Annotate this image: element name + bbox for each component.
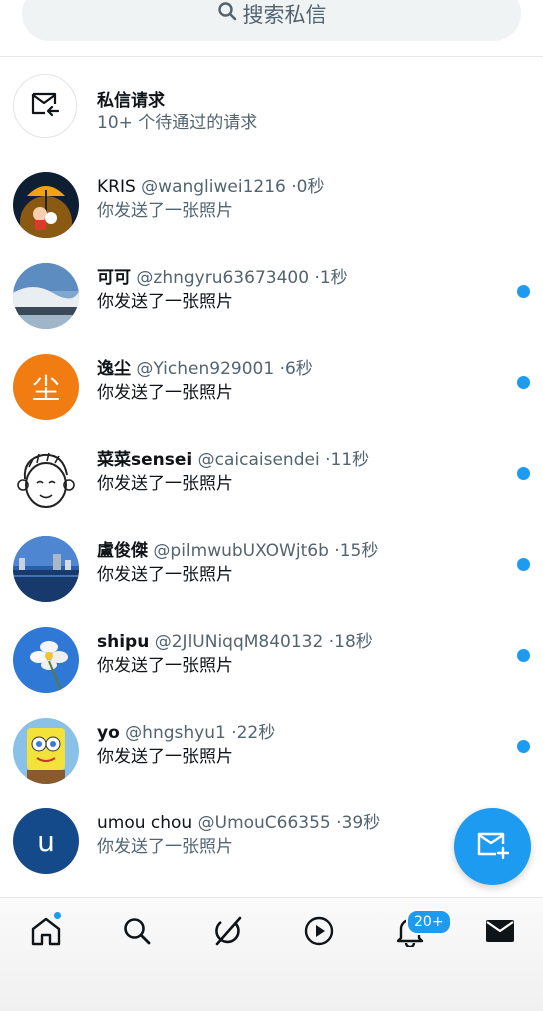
message-requests-row[interactable]: 私信请求 10+ 个待通过的请求 (0, 70, 543, 146)
search-icon (122, 916, 152, 950)
avatar (13, 263, 79, 329)
timestamp: 0秒 (296, 177, 325, 197)
unread-indicator (517, 558, 530, 571)
display-name: 菜菜sensei (97, 450, 193, 470)
message-preview: 你发送了一张照片 (97, 747, 233, 767)
notifications-badge: 20+ (406, 909, 452, 935)
nav-grok[interactable] (208, 916, 248, 950)
nav-search[interactable] (117, 916, 157, 950)
nav-video[interactable] (299, 916, 339, 950)
timestamp: 11秒 (330, 450, 370, 470)
conversation-header: umou chou @UmouC66355 ·39秒 (97, 808, 380, 833)
messages-screen: 搜索私信 私信请求 10+ 个待通过的请求 KRIS @wangliwei121… (0, 0, 543, 1011)
display-name: 盧俊傑 (97, 541, 148, 561)
timestamp: 6秒 (284, 359, 313, 379)
message-preview: 你发送了一张照片 (97, 292, 233, 312)
avatar: u (13, 808, 79, 874)
new-message-icon (476, 830, 510, 864)
requests-subtitle: 10+ 个待通过的请求 (97, 113, 258, 133)
nav-home[interactable] (26, 916, 66, 950)
timestamp: 18秒 (334, 632, 373, 652)
conversation-item-caicai[interactable]: 菜菜sensei @caicaisendei ·11秒 你发送了一张照片 (0, 445, 543, 525)
display-name: 可可 (97, 268, 131, 288)
user-handle: @pilmwubUXOWjt6b (153, 541, 329, 561)
mail-request-icon (30, 91, 60, 121)
message-preview: 你发送了一张照片 (97, 656, 233, 676)
conversation-item-shipu[interactable]: shipu @2JlUNiqqM840132 ·18秒 你发送了一张照片 (0, 627, 543, 707)
video-icon (303, 915, 335, 951)
mail-icon (484, 918, 516, 948)
display-name: 逸尘 (97, 359, 131, 379)
conversation-header: 逸尘 @Yichen929001 ·6秒 (97, 354, 313, 379)
home-notification-dot (54, 912, 61, 919)
conversation-header: 可可 @zhngyru63673400 ·1秒 (97, 263, 348, 288)
grok-icon (212, 915, 244, 951)
user-handle: @zhngyru63673400 (136, 268, 310, 288)
unread-indicator (517, 285, 530, 298)
display-name: shipu (97, 632, 150, 652)
timestamp: 1秒 (319, 268, 348, 288)
unread-indicator (517, 376, 530, 389)
user-handle: @caicaisendei (197, 450, 320, 470)
home-icon (30, 916, 62, 950)
avatar (13, 445, 79, 511)
conversation-item-lu[interactable]: 盧俊傑 @pilmwubUXOWjt6b ·15秒 你发送了一张照片 (0, 536, 543, 616)
timestamp: 22秒 (236, 723, 276, 743)
conversation-item-yo[interactable]: yo @hngshyu1 ·22秒 你发送了一张照片 (0, 718, 543, 798)
unread-indicator (517, 740, 530, 753)
unread-indicator (517, 467, 530, 480)
header-divider (0, 56, 543, 57)
message-preview: 你发送了一张照片 (97, 474, 233, 494)
conversation-header: 菜菜sensei @caicaisendei ·11秒 (97, 445, 369, 470)
conversation-item-keke[interactable]: 可可 @zhngyru63673400 ·1秒 你发送了一张照片 (0, 263, 543, 343)
conversation-header: shipu @2JlUNiqqM840132 ·18秒 (97, 627, 373, 652)
timestamp: 39秒 (341, 813, 381, 833)
nav-messages[interactable] (480, 916, 520, 950)
user-handle: @hngshyu1 (125, 723, 226, 743)
conversation-header: yo @hngshyu1 ·22秒 (97, 718, 275, 743)
user-handle: @Yichen929001 (136, 359, 275, 379)
message-preview: 你发送了一张照片 (97, 201, 233, 221)
search-placeholder: 搜索私信 (242, 2, 327, 27)
display-name: KRIS (97, 177, 136, 197)
avatar (13, 536, 79, 602)
conversation-item-kris[interactable]: KRIS @wangliwei1216 ·0秒 你发送了一张照片 (0, 172, 543, 252)
user-handle: @2JlUNiqqM840132 (154, 632, 324, 652)
avatar-initial: 尘 (31, 372, 60, 405)
unread-indicator (517, 649, 530, 662)
message-preview: 你发送了一张照片 (97, 383, 233, 403)
user-handle: @UmouC66355 (197, 813, 331, 833)
conversation-header: 盧俊傑 @pilmwubUXOWjt6b ·15秒 (97, 536, 378, 561)
avatar (13, 627, 79, 693)
message-preview: 你发送了一张照片 (97, 565, 233, 585)
bottom-navigation: 20+ (0, 897, 543, 1011)
search-pill[interactable]: 搜索私信 (22, 0, 521, 41)
search-bar[interactable]: 搜索私信 (22, 0, 521, 41)
request-icon-circle (13, 74, 77, 138)
timestamp: 15秒 (339, 541, 379, 561)
avatar: 尘 (13, 354, 79, 420)
user-handle: @wangliwei1216 (141, 177, 286, 197)
conversation-header: KRIS @wangliwei1216 ·0秒 (97, 172, 325, 197)
avatar (13, 172, 79, 238)
conversation-item-yichen[interactable]: 尘 逸尘 @Yichen929001 ·6秒 你发送了一张照片 (0, 354, 543, 434)
search-icon (217, 1, 243, 26)
display-name: umou chou (97, 813, 193, 833)
avatar (13, 718, 79, 784)
new-message-button[interactable] (454, 808, 531, 885)
avatar-initial: u (37, 824, 55, 858)
message-preview: 你发送了一张照片 (97, 837, 233, 857)
display-name: yo (97, 723, 120, 743)
